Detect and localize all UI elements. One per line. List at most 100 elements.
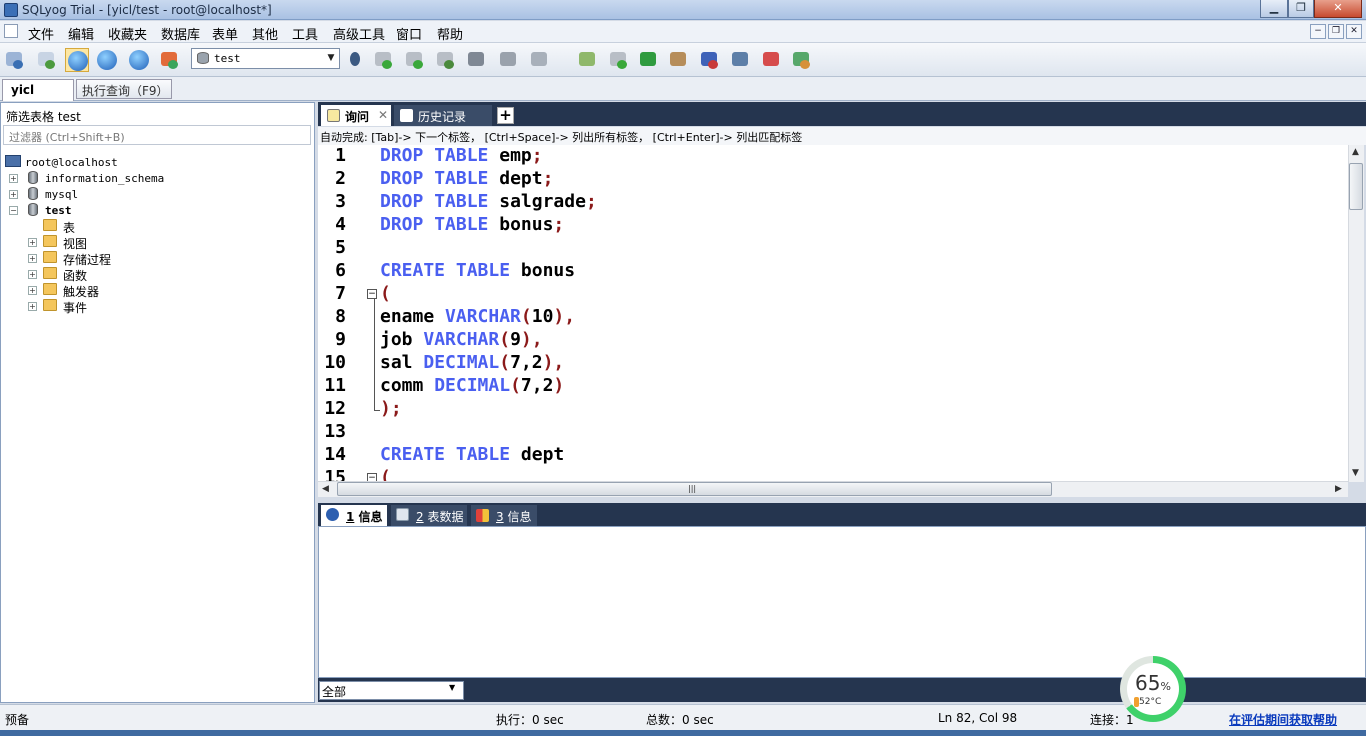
scroll-left-icon[interactable]: ◀ — [322, 484, 329, 494]
query-builder-icon[interactable] — [729, 48, 753, 72]
backup-icon[interactable] — [465, 48, 489, 72]
chevron-down-icon[interactable]: ▼ — [323, 49, 339, 68]
expand-icon[interactable]: + — [28, 270, 37, 279]
mdi-minimize-button[interactable]: − — [1310, 24, 1326, 39]
line-number: 9 — [335, 329, 346, 350]
create-database-icon[interactable] — [372, 48, 396, 72]
tab-info[interactable]: 3 信息 — [471, 505, 537, 526]
results-filter-select[interactable]: 全部 — [319, 681, 464, 700]
table-structure-icon[interactable] — [528, 48, 552, 72]
code-line: ename VARCHAR(10), — [380, 306, 576, 327]
database-sync-icon[interactable] — [607, 48, 631, 72]
new-connection-icon[interactable] — [3, 48, 27, 72]
copy-database-icon[interactable] — [434, 48, 458, 72]
filter-input[interactable]: 过滤器 (Ctrl+Shift+B) — [3, 125, 311, 145]
menu-window[interactable]: 窗口 — [396, 24, 422, 43]
expand-icon[interactable]: + — [28, 286, 37, 295]
menu-advanced-tools[interactable]: 高级工具 — [333, 24, 385, 43]
code-line: job VARCHAR(9), — [380, 329, 543, 350]
database-icon — [197, 52, 209, 64]
code-line: comm DECIMAL(7,2) — [380, 375, 565, 396]
collapse-icon[interactable]: − — [9, 206, 18, 215]
schema-sync-icon[interactable] — [637, 48, 661, 72]
execute-query-button[interactable]: 执行查询（F9） — [76, 79, 172, 99]
maximize-button[interactable]: ❐ — [1288, 0, 1314, 18]
close-button[interactable]: ✕ — [1314, 0, 1362, 18]
line-number: 1 — [335, 145, 346, 166]
mdi-restore-button[interactable]: ❐ — [1328, 24, 1344, 39]
code-line: ( — [380, 467, 391, 482]
folder-icon — [43, 299, 57, 311]
alter-database-icon[interactable] — [403, 48, 427, 72]
database-select[interactable]: test — [191, 48, 340, 69]
tree-node-views[interactable]: 视图 — [63, 235, 87, 252]
scroll-right-icon[interactable]: ▶ — [1335, 484, 1342, 494]
refresh-icon[interactable] — [127, 48, 151, 72]
expand-icon[interactable]: + — [9, 174, 18, 183]
connection-tools-icon[interactable] — [35, 48, 59, 72]
vertical-scroll-thumb[interactable] — [1349, 163, 1363, 210]
execute-query-icon[interactable] — [65, 48, 89, 72]
schema-designer-icon[interactable] — [760, 48, 784, 72]
data-transfer-icon[interactable] — [667, 48, 691, 72]
add-tab-button[interactable]: + — [497, 107, 514, 124]
menu-table[interactable]: 表单 — [212, 24, 238, 43]
execute-all-icon[interactable] — [95, 48, 119, 72]
expand-icon[interactable]: + — [9, 190, 18, 199]
folder-icon — [43, 267, 57, 279]
tree-server[interactable]: root@localhost — [25, 156, 118, 169]
expand-icon[interactable]: + — [28, 254, 37, 263]
fold-guide — [374, 299, 375, 411]
tab-messages[interactable]: 1 信息 — [321, 505, 387, 526]
tab-query[interactable]: 询问 ✕ — [321, 105, 391, 126]
close-tab-icon[interactable]: ✕ — [378, 108, 388, 122]
code-line: CREATE TABLE dept — [380, 444, 565, 465]
tree-node-triggers[interactable]: 触发器 — [63, 283, 99, 300]
menu-tools[interactable]: 工具 — [292, 24, 318, 43]
tree-node-events[interactable]: 事件 — [63, 299, 87, 316]
menu-file[interactable]: 文件 — [28, 24, 54, 43]
tab-table-data[interactable]: 2 表数据 — [391, 505, 467, 526]
tree-node-tables[interactable]: 表 — [63, 219, 75, 236]
tree-db-test[interactable]: test — [45, 204, 72, 217]
schema-diagram-icon[interactable] — [790, 48, 814, 72]
expand-icon[interactable]: + — [28, 302, 37, 311]
table-data-icon[interactable] — [497, 48, 521, 72]
connection-tab[interactable]: yicl — [2, 79, 74, 101]
chevron-down-icon[interactable]: ▼ — [449, 683, 455, 692]
scroll-down-icon[interactable]: ▼ — [1352, 468, 1359, 478]
app-icon — [4, 3, 18, 17]
menu-database[interactable]: 数据库 — [161, 24, 200, 43]
fold-toggle-icon[interactable]: − — [367, 289, 377, 299]
mdi-close-button[interactable]: ✕ — [1346, 24, 1362, 39]
code-line: DROP TABLE bonus; — [380, 214, 565, 235]
tab-history[interactable]: 历史记录 — [394, 105, 492, 126]
tree-db-information-schema[interactable]: information_schema — [45, 172, 164, 185]
tree-node-functions[interactable]: 函数 — [63, 267, 87, 284]
user-manager-icon[interactable] — [343, 48, 367, 72]
evaluation-help-link[interactable]: 在评估期间获取帮助 — [1229, 711, 1337, 728]
menu-help[interactable]: 帮助 — [437, 24, 463, 43]
expand-icon[interactable]: + — [28, 238, 37, 247]
tab-table-data-label: 表数据 — [423, 510, 464, 524]
folder-icon — [43, 251, 57, 263]
database-icon — [28, 187, 38, 200]
code-line: ( — [380, 283, 391, 304]
menu-edit[interactable]: 编辑 — [68, 24, 94, 43]
minimize-button[interactable]: ▁ — [1260, 0, 1288, 18]
info-chart-icon — [476, 509, 489, 522]
line-number: 14 — [324, 444, 346, 465]
menu-favorites[interactable]: 收藏夹 — [108, 24, 147, 43]
folder-icon — [43, 235, 57, 247]
schema-tools-icon[interactable] — [158, 48, 182, 72]
line-number: 4 — [335, 214, 346, 235]
tree-db-mysql[interactable]: mysql — [45, 188, 78, 201]
tree-node-procedures[interactable]: 存储过程 — [63, 251, 111, 268]
import-icon[interactable] — [576, 48, 600, 72]
status-connections: 连接：1 — [1090, 713, 1134, 727]
line-number: 2 — [335, 168, 346, 189]
sql-editor[interactable]: 1 2 3 4 5 6 7 8 9 10 11 12 13 14 15 − − … — [318, 145, 1348, 482]
menu-other[interactable]: 其他 — [252, 24, 278, 43]
scroll-up-icon[interactable]: ▲ — [1352, 147, 1359, 157]
scheduled-jobs-icon[interactable] — [698, 48, 722, 72]
